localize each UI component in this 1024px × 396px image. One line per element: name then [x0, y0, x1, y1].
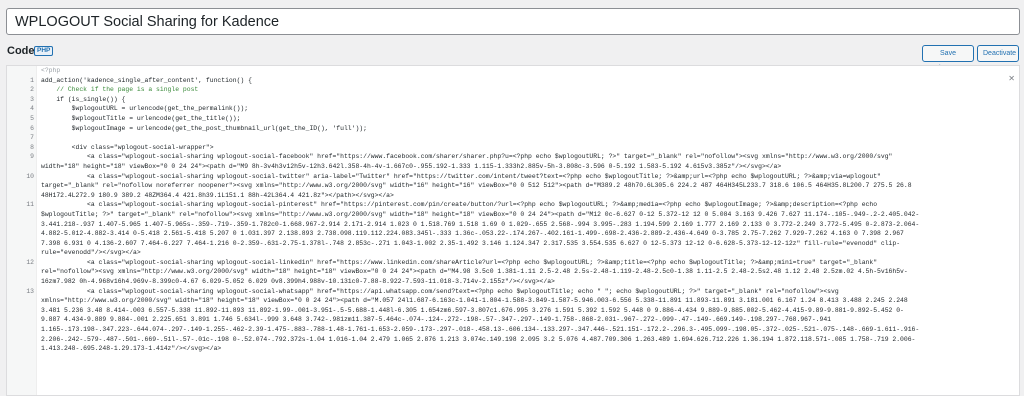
- code-line[interactable]: 4.882-5.012-4.882-3.414 0-5.418 2.561-5.…: [7, 229, 1007, 239]
- code-line-text: <?php: [41, 67, 61, 74]
- code-line-text: // Check if the page is a single post: [41, 86, 199, 94]
- line-number: 1: [30, 76, 34, 84]
- code-line[interactable]: 1 add_action('kadence_single_after_conten…: [7, 76, 1007, 86]
- line-number: 6: [30, 124, 34, 132]
- code-line[interactable]: width="18" height="18" viewBox="0 0 24 2…: [7, 162, 1007, 172]
- code-line-text: 1.165-.173.198-.347.223-.644.074-.297-.1…: [41, 326, 920, 334]
- code-line-text: 3.441.218-.937 1.407-5.965 1.407-5.965s-…: [41, 220, 920, 228]
- line-number: 8: [30, 143, 34, 151]
- code-line-text: 48H172.4L272.9 180.9 389.2 48ZM364.4 421…: [41, 191, 394, 199]
- code-line[interactable]: xmlns="http://www.w3.org/2000/svg" width…: [7, 296, 1007, 306]
- code-editor[interactable]: <?php 1 add_action('kadence_single_after_c…: [6, 65, 1020, 396]
- code-line[interactable]: rel="nofollow"><svg xmlns="http://www.w3…: [7, 267, 1007, 277]
- code-line-text: <a class="wplogout-social-sharing wplogo…: [41, 201, 878, 209]
- code-line[interactable]: 3 if (is_single()) {: [7, 95, 1007, 105]
- code-line[interactable]: 10 <a class="wplogout-social-sharing wpl…: [7, 172, 1007, 182]
- line-number: 2: [30, 86, 34, 94]
- line-number: 13: [26, 287, 34, 295]
- code-line-text: 9.887 4.434-9.889 9.884-.001 2.225.651 3…: [41, 316, 832, 324]
- code-line[interactable]: 3.481 5.236 3.48 8.414-.003 6.557-5.338 …: [7, 306, 1007, 316]
- code-line[interactable]: 3.441.218-.937 1.407-5.965 1.407-5.965s-…: [7, 220, 1007, 230]
- code-line-text: $wplogoutTitle; ?>" target="_blank" rel=…: [41, 210, 920, 218]
- code-line[interactable]: 7: [7, 133, 1007, 143]
- code-line[interactable]: 5 $wplogoutTitle = urlencode(get_the_tit…: [7, 114, 1007, 124]
- line-number: 5: [30, 114, 34, 122]
- code-line-text: 2.206-.242-.579-.487-.501-.669-.51l-.57-…: [41, 335, 916, 343]
- code-line-text: $wplogoutImage = urlencode(get_the_post_…: [41, 124, 367, 132]
- code-line[interactable]: 4 $wplogoutURL = urlencode(get_the_perma…: [7, 104, 1007, 114]
- code-line[interactable]: 16zm7.982 0h-4.968v16h4.969v-8.399c0-4.6…: [7, 277, 1007, 287]
- code-line[interactable]: 7.398 6.931 0 4.136-2.607 7.464-6.227 7.…: [7, 239, 1007, 249]
- code-line-text: target="_blank" rel="nofollow noreferrer…: [41, 182, 912, 190]
- code-line[interactable]: 6 $wplogoutImage = urlencode(get_the_pos…: [7, 124, 1007, 134]
- code-line-text: $wplogoutTitle = urlencode(get_the_title…: [41, 114, 241, 122]
- code-line-text: <a class="wplogout-social-sharing wplogo…: [41, 172, 881, 180]
- code-line-text: 1.413.248-.695.248-1.29.173-1.414z"/></s…: [41, 345, 222, 353]
- code-line[interactable]: target="_blank" rel="nofollow noreferrer…: [7, 181, 1007, 191]
- php-language-badge: PHP: [34, 46, 54, 56]
- line-number: 9: [30, 153, 34, 161]
- code-line-text: <a class="wplogout-social-sharing wplogo…: [41, 153, 893, 161]
- line-number: 10: [26, 172, 34, 180]
- line-number: 3: [30, 95, 34, 103]
- code-line-text: if (is_single()) {: [41, 95, 126, 103]
- code-line[interactable]: 9.887 4.434-9.889 9.884-.001 2.225.651 3…: [7, 315, 1007, 325]
- code-lines[interactable]: <?php 1 add_action('kadence_single_after_c…: [7, 66, 1007, 354]
- deactivate-button[interactable]: Deactivate: [977, 45, 1019, 62]
- close-icon[interactable]: ✕: [1008, 74, 1015, 83]
- code-line-text: rel="nofollow"><svg xmlns="http://www.w3…: [41, 268, 908, 276]
- code-line-text: <a class="wplogout-social-sharing wplogo…: [41, 258, 878, 266]
- line-number: 4: [30, 105, 34, 113]
- code-line[interactable]: 9 <a class="wplogout-social-sharing wplo…: [7, 152, 1007, 162]
- code-line-text: add_action('kadence_single_after_content…: [41, 76, 252, 84]
- snippet-title-field[interactable]: [6, 8, 1020, 35]
- code-line-text: 4.882-5.012-4.882-3.414 0-5.418 2.561-5.…: [41, 230, 904, 238]
- code-line[interactable]: $wplogoutTitle; ?>" target="_blank" rel=…: [7, 210, 1007, 220]
- code-line-text: <div class="wplogout-social-wrapper">: [41, 143, 214, 151]
- code-line-text: 7.398 6.931 0 4.136-2.607 7.464-6.227 7.…: [41, 239, 901, 247]
- code-line[interactable]: 2.206-.242-.579-.487-.501-.669-.51l-.57-…: [7, 335, 1007, 345]
- code-line[interactable]: 2 // Check if the page is a single post: [7, 85, 1007, 95]
- code-line[interactable]: <?php: [7, 66, 1007, 76]
- code-line-text: <a class="wplogout-social-sharing wplogo…: [41, 287, 839, 295]
- code-line[interactable]: 8 <div class="wplogout-social-wrapper">: [7, 143, 1007, 153]
- line-number: 12: [26, 258, 34, 266]
- code-line-text: rule="evenodd"/></svg></a>: [41, 249, 141, 257]
- code-line[interactable]: 11 <a class="wplogout-social-sharing wpl…: [7, 200, 1007, 210]
- snippet-title-input[interactable]: [7, 9, 1019, 34]
- code-line-text: 3.481 5.236 3.48 8.414-.003 6.557-5.338 …: [41, 306, 904, 314]
- code-line[interactable]: 12 <a class="wplogout-social-sharing wpl…: [7, 258, 1007, 268]
- code-section-label: Code: [7, 45, 35, 57]
- code-line[interactable]: rule="evenodd"/></svg></a>: [7, 248, 1007, 258]
- code-line[interactable]: 1.165-.173.198-.347.223-.644.074-.297-.1…: [7, 325, 1007, 335]
- save-changes-button[interactable]: Save Changes: [922, 45, 974, 72]
- code-line[interactable]: 13 <a class="wplogout-social-sharing wpl…: [7, 287, 1007, 297]
- code-line-text: xmlns="http://www.w3.org/2000/svg" width…: [41, 297, 908, 305]
- code-line-text: 16zm7.982 0h-4.968v16h4.969v-8.399c0-4.6…: [41, 278, 555, 286]
- line-number: 11: [26, 201, 34, 209]
- code-line[interactable]: 48H172.4L272.9 180.9 389.2 48ZM364.4 421…: [7, 191, 1007, 201]
- code-line-text: $wplogoutURL = urlencode(get_the_permali…: [41, 105, 249, 113]
- code-line[interactable]: 1.413.248-.695.248-1.29.173-1.414z"/></s…: [7, 344, 1007, 354]
- code-line-text: width="18" height="18" viewBox="0 0 24 2…: [41, 162, 782, 170]
- line-number: 7: [30, 134, 34, 142]
